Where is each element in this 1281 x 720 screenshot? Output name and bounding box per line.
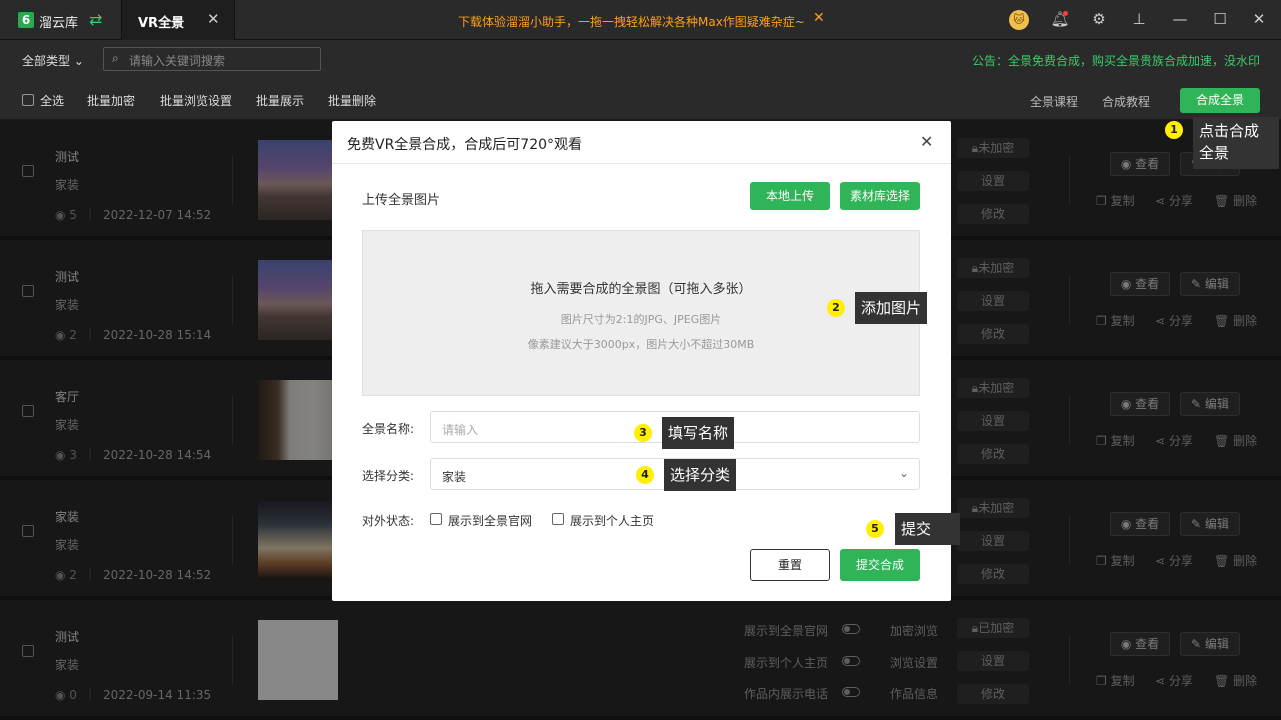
show-home-checkbox[interactable] xyxy=(552,513,564,525)
search-input[interactable]: ⌕ 请输入关键词搜索 xyxy=(103,47,321,71)
minimize-icon[interactable]: — xyxy=(1170,10,1190,28)
batch-delete-button[interactable]: 批量删除 xyxy=(328,92,376,109)
pin-icon[interactable]: ⊥ xyxy=(1129,10,1149,28)
compose-button[interactable]: 合成全景 xyxy=(1180,88,1260,113)
title-bar: 6 溜云库 ⇄ VR全景 ✕ 下载体验溜溜小助手，一拖一拽轻松解决各种Max作图… xyxy=(0,0,1281,40)
name-label: 全景名称: xyxy=(362,422,415,436)
type-filter-dropdown[interactable]: 全部类型 ⌄ xyxy=(22,52,84,69)
gear-icon[interactable]: ⚙ xyxy=(1089,10,1109,28)
submit-button[interactable]: 提交合成 xyxy=(840,549,920,581)
show-home-label[interactable]: 展示到个人主页 xyxy=(570,512,654,529)
chevron-down-icon: ⌄ xyxy=(898,466,909,480)
divider xyxy=(332,163,951,164)
step-badge-1: 1 xyxy=(1165,121,1183,139)
tab-vr[interactable]: VR全景 ✕ xyxy=(121,0,235,40)
step-tip-4: 选择分类 xyxy=(664,459,737,491)
close-icon[interactable]: ✕ xyxy=(920,132,933,151)
tutorial-link[interactable]: 合成教程 xyxy=(1102,93,1150,110)
step-tip-2: 添加图片 xyxy=(855,292,928,324)
search-placeholder: 请输入关键词搜索 xyxy=(129,54,226,68)
select-all-label[interactable]: 全选 xyxy=(40,92,64,109)
show-site-checkbox[interactable] xyxy=(430,513,442,525)
maximize-icon[interactable]: ☐ xyxy=(1210,10,1230,28)
category-value: 家装 xyxy=(442,470,467,484)
step-tip-5: 提交 xyxy=(895,513,960,545)
close-promo-icon[interactable]: ✕ xyxy=(813,10,825,26)
app-logo: 6 xyxy=(18,12,34,28)
step-tip-1: 点击合成全景 xyxy=(1193,117,1279,169)
show-site-label[interactable]: 展示到全景官网 xyxy=(448,512,532,529)
avatar[interactable]: 🐱 xyxy=(1009,10,1029,30)
batch-browse-button[interactable]: 批量浏览设置 xyxy=(160,92,232,109)
reset-button[interactable]: 重置 xyxy=(750,549,830,581)
app-name: 溜云库 xyxy=(39,16,79,31)
tab-label: VR全景 xyxy=(138,16,185,31)
drop-hint-pixels: 像素建议大于3000px，图片大小不超过30MB xyxy=(527,338,755,351)
drop-title: 拖入需要合成的全景图（可拖入多张） xyxy=(530,282,752,297)
compose-dialog: 免费VR全景合成，合成后可720°观看 ✕ 上传全景图片 本地上传 素材库选择 … xyxy=(332,121,951,601)
close-window-icon[interactable]: ✕ xyxy=(1249,10,1269,28)
name-placeholder: 请输入 xyxy=(442,423,479,437)
step-badge-2: 2 xyxy=(827,299,845,317)
step-badge-4: 4 xyxy=(636,466,654,484)
promo-banner[interactable]: 下载体验溜溜小助手，一拖一拽轻松解决各种Max作图疑难杂症~ xyxy=(458,13,805,30)
notification-dot xyxy=(1063,11,1068,16)
switch-icon[interactable]: ⇄ xyxy=(89,10,102,29)
batch-bar: 全选 批量加密 批量浏览设置 批量展示 批量删除 全景课程 合成教程 合成全景 xyxy=(0,80,1281,120)
filter-bar: 全部类型 ⌄ ⌕ 请输入关键词搜索 公告：全景免费合成，购买全景贵族合成加速，没… xyxy=(0,40,1281,80)
select-all-checkbox[interactable] xyxy=(22,94,34,106)
course-link[interactable]: 全景课程 xyxy=(1030,93,1078,110)
status-label: 对外状态: xyxy=(362,514,415,528)
upload-label: 上传全景图片 xyxy=(362,193,441,208)
search-icon: ⌕ xyxy=(112,51,119,65)
step-badge-5: 5 xyxy=(866,520,884,538)
batch-encrypt-button[interactable]: 批量加密 xyxy=(87,92,135,109)
close-tab-icon[interactable]: ✕ xyxy=(207,10,220,28)
library-select-button[interactable]: 素材库选择 xyxy=(840,182,920,210)
category-label: 选择分类: xyxy=(362,469,415,483)
local-upload-button[interactable]: 本地上传 xyxy=(750,182,830,210)
batch-show-button[interactable]: 批量展示 xyxy=(256,92,304,109)
notice-text: 公告：全景免费合成，购买全景贵族合成加速，没水印 xyxy=(971,54,1260,68)
step-badge-3: 3 xyxy=(634,424,652,442)
step-tip-3: 填写名称 xyxy=(662,417,735,449)
dialog-title: 免费VR全景合成，合成后可720°观看 xyxy=(347,137,583,153)
